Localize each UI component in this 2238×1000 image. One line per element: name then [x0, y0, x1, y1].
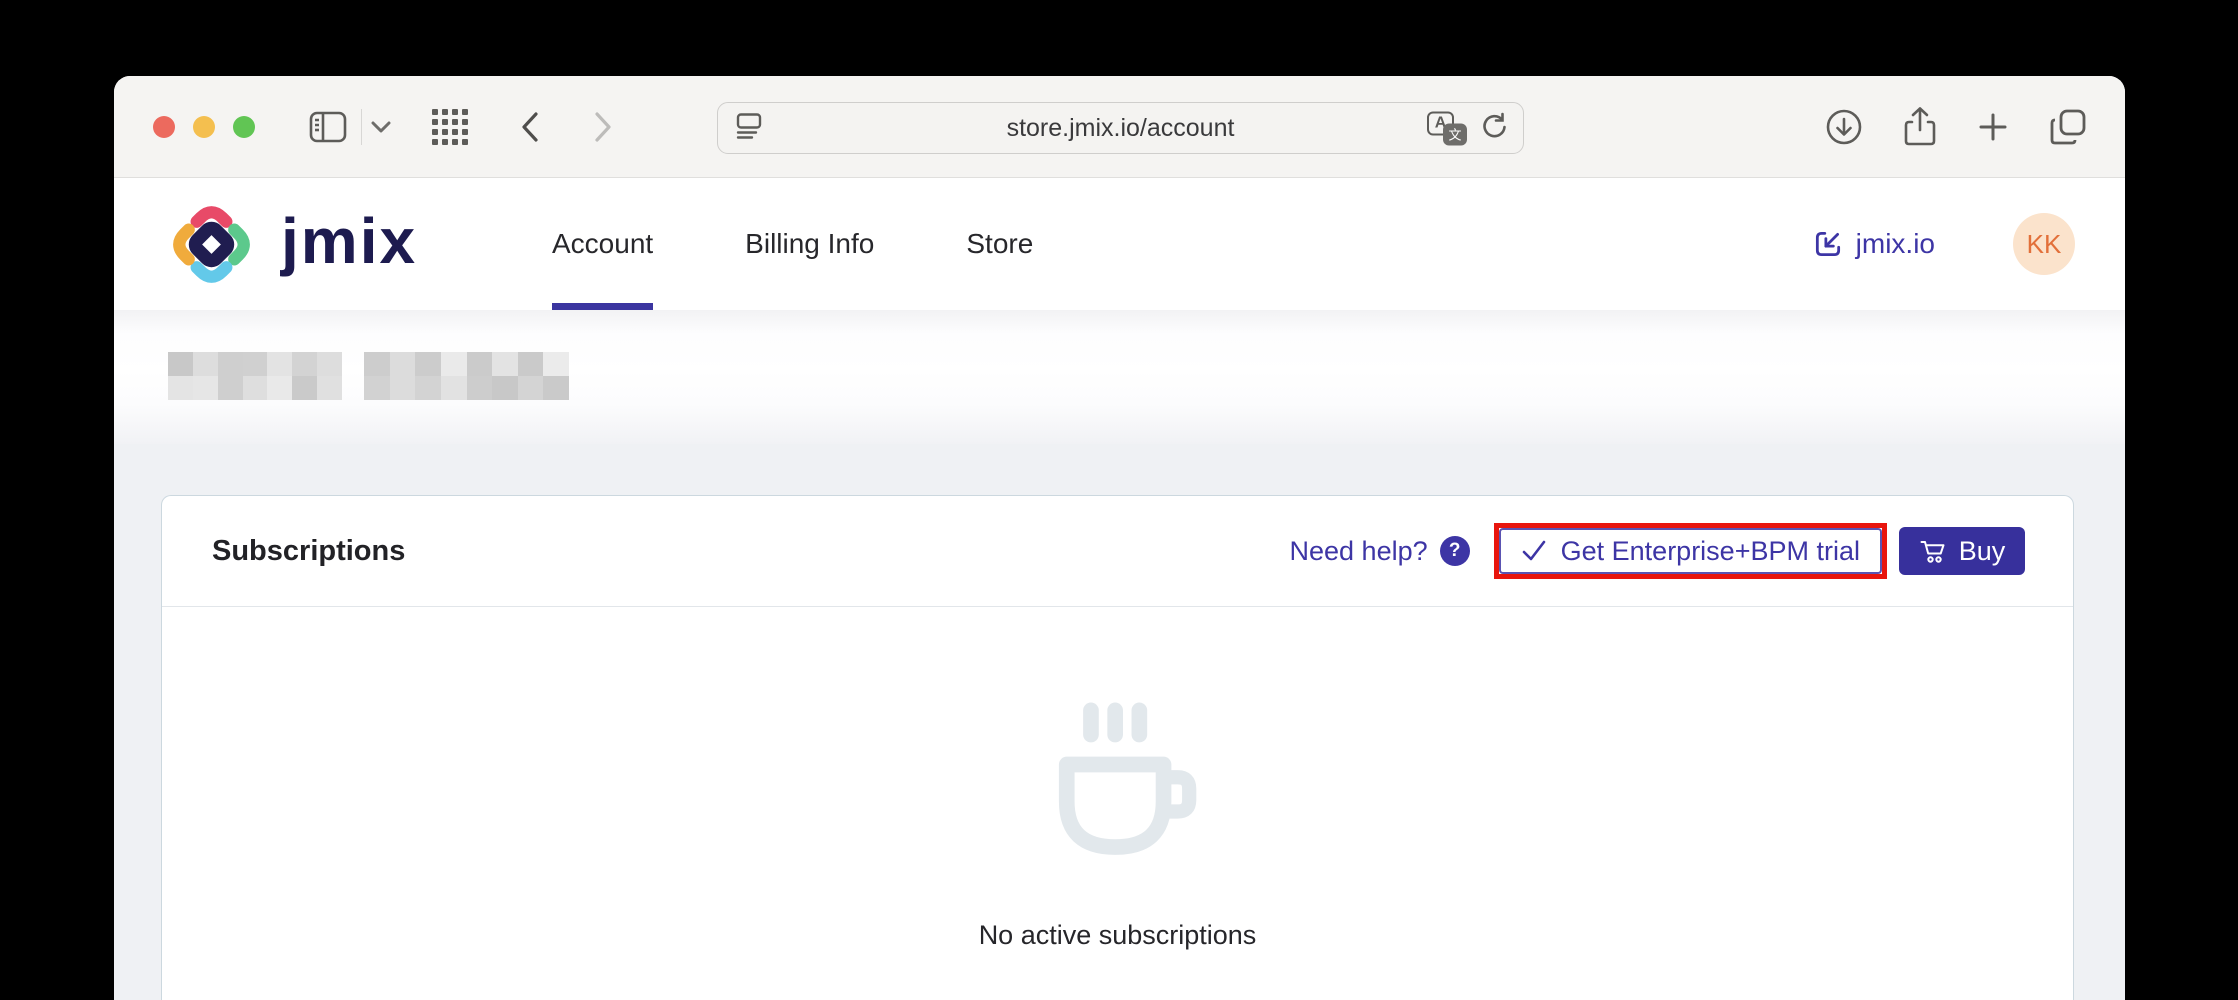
- coffee-cup-icon: [162, 699, 2073, 872]
- page-body: Subscriptions Need help? ? Get Enterpris…: [114, 444, 2125, 1000]
- site-header: jmix Account Billing Info Store jmix.io …: [114, 178, 2125, 310]
- check-icon: [1521, 539, 1547, 563]
- external-link-icon: [1812, 228, 1844, 260]
- minimize-window-button[interactable]: [193, 116, 215, 138]
- close-window-button[interactable]: [153, 116, 175, 138]
- browser-window: store.jmix.io/account A 文: [114, 76, 2125, 1000]
- brand-wordmark: jmix: [281, 209, 417, 279]
- back-icon[interactable]: [521, 112, 539, 142]
- share-icon[interactable]: [1902, 106, 1938, 148]
- address-bar[interactable]: store.jmix.io/account A 文: [717, 102, 1524, 154]
- redacted-name-block: [364, 352, 569, 400]
- section-title: Subscriptions: [212, 535, 405, 568]
- tab-overview-grid-icon[interactable]: [432, 109, 468, 145]
- subscriptions-card: Subscriptions Need help? ? Get Enterpris…: [161, 495, 2074, 1000]
- brand-logo[interactable]: jmix: [164, 178, 417, 310]
- help-icon[interactable]: ?: [1440, 536, 1470, 566]
- reload-icon[interactable]: [1479, 111, 1509, 146]
- translate-icon[interactable]: A 文: [1427, 111, 1467, 145]
- tab-account[interactable]: Account: [552, 178, 653, 310]
- cart-icon: [1919, 537, 1947, 565]
- avatar[interactable]: KK: [2013, 213, 2075, 275]
- tab-store[interactable]: Store: [966, 178, 1033, 310]
- tab-billing-info[interactable]: Billing Info: [745, 178, 874, 310]
- new-tab-icon[interactable]: [1977, 111, 2009, 143]
- browser-toolbar: store.jmix.io/account A 文: [114, 76, 2125, 178]
- get-trial-button[interactable]: Get Enterprise+BPM trial: [1499, 528, 1882, 574]
- account-hero: [114, 310, 2125, 444]
- toolbar-divider: [361, 109, 362, 145]
- jmix-logo-icon: [164, 197, 259, 292]
- zoom-window-button[interactable]: [233, 116, 255, 138]
- jmix-io-link[interactable]: jmix.io: [1812, 228, 1935, 260]
- empty-state-message: No active subscriptions: [162, 920, 2073, 951]
- annotation-highlight-box: Get Enterprise+BPM trial: [1494, 523, 1887, 579]
- sidebar-toggle-icon[interactable]: [309, 111, 347, 143]
- buy-button[interactable]: Buy: [1899, 527, 2025, 575]
- url-text[interactable]: store.jmix.io/account: [718, 114, 1523, 143]
- chevron-down-icon[interactable]: [371, 121, 391, 133]
- tabs-icon[interactable]: [2048, 107, 2088, 147]
- empty-state: No active subscriptions: [162, 607, 2073, 951]
- need-help-link[interactable]: Need help?: [1290, 536, 1428, 567]
- forward-icon[interactable]: [594, 112, 612, 142]
- subscriptions-card-header: Subscriptions Need help? ? Get Enterpris…: [162, 496, 2073, 607]
- main-nav: Account Billing Info Store: [552, 178, 1033, 310]
- redacted-name-block: [168, 352, 342, 400]
- downloads-icon[interactable]: [1825, 108, 1863, 146]
